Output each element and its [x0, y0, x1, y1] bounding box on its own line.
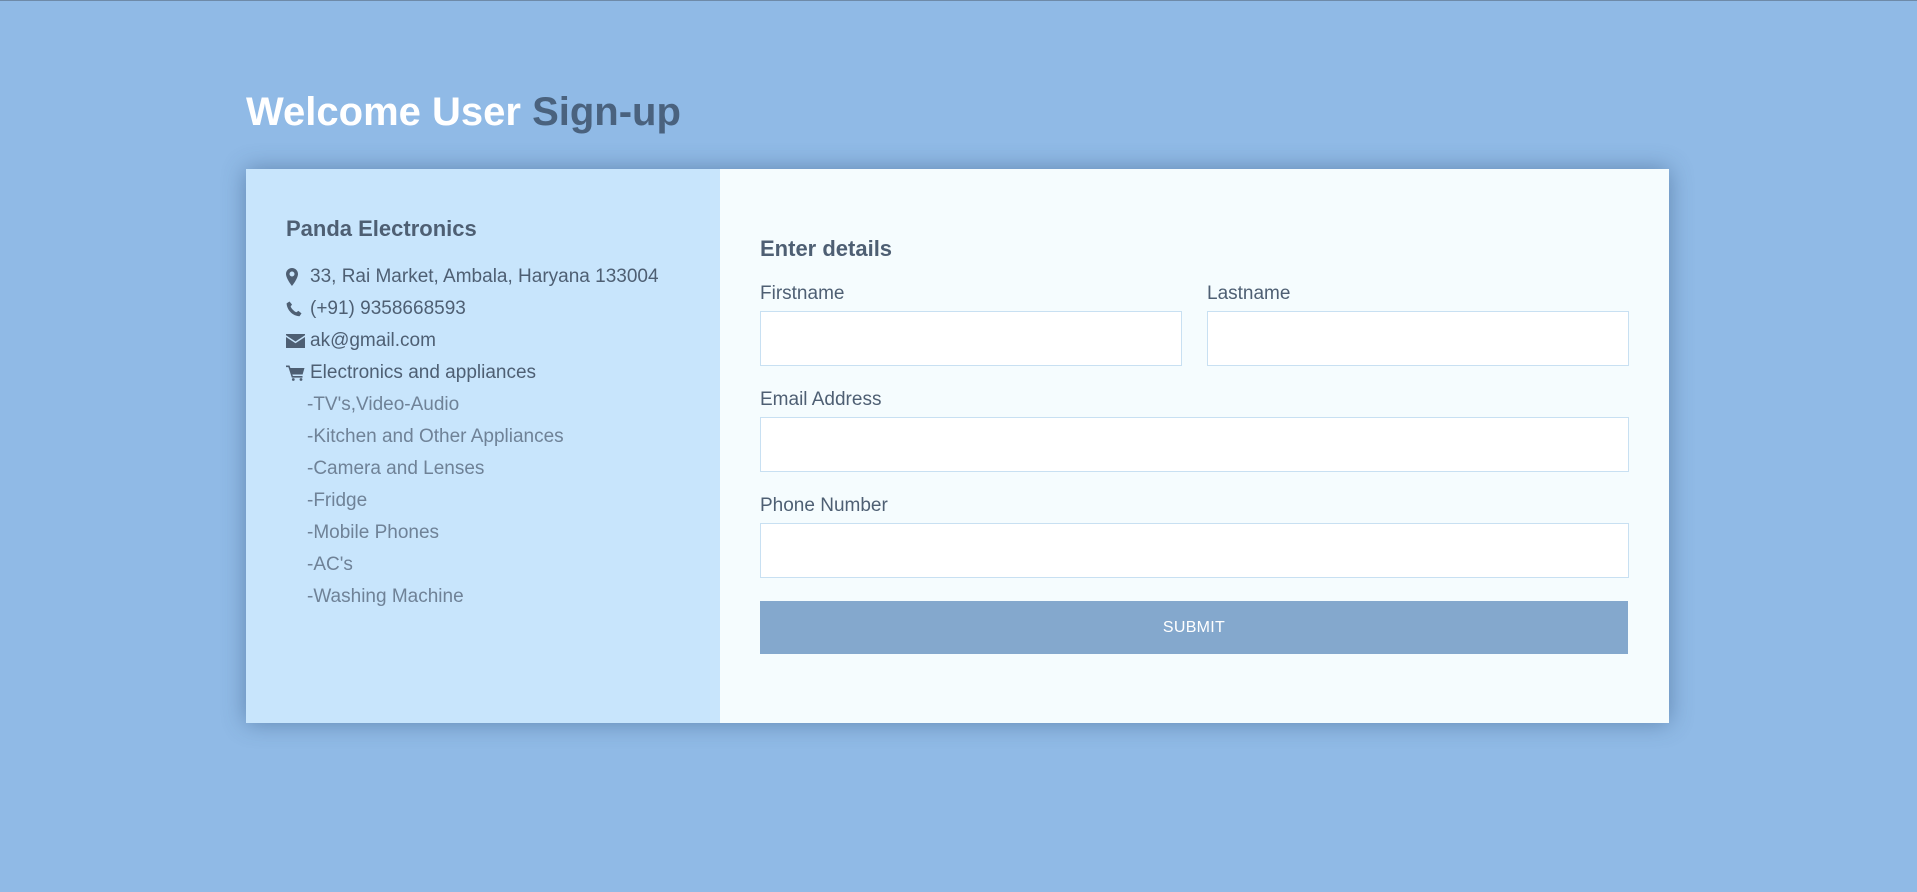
submit-button[interactable]: SUBMIT [760, 601, 1628, 654]
email-field-group: Email Address [760, 389, 1629, 472]
signup-text: Sign-up [532, 90, 681, 134]
category-line: Electronics and appliances [286, 357, 680, 389]
firstname-field-group: Firstname [760, 283, 1182, 366]
phone-icon [286, 299, 306, 319]
phone-input[interactable] [760, 523, 1629, 578]
firstname-input[interactable] [760, 311, 1182, 366]
category-heading: Electronics and appliances [310, 362, 537, 383]
top-border [0, 0, 1917, 1]
lastname-label: Lastname [1207, 283, 1291, 304]
category-item: -AC's [307, 554, 353, 575]
welcome-text: Welcome User [246, 90, 521, 134]
address-text: 33, Rai Market, Ambala, Haryana 133004 [310, 266, 659, 287]
company-info-panel: Panda Electronics 33, Rai Market, Ambala… [246, 169, 720, 723]
envelope-icon [286, 331, 306, 351]
signup-card: Panda Electronics 33, Rai Market, Ambala… [246, 169, 1669, 723]
category-item: -Kitchen and Other Appliances [307, 426, 564, 447]
firstname-label: Firstname [760, 283, 845, 304]
category-item: -TV's,Video-Audio [307, 394, 460, 415]
phone-field-group: Phone Number [760, 495, 1629, 578]
email-input[interactable] [760, 417, 1629, 472]
category-item: -Fridge [307, 490, 368, 511]
lastname-input[interactable] [1207, 311, 1629, 366]
phone-line: (+91) 9358668593 [286, 293, 680, 325]
phone-row: Phone Number [760, 495, 1629, 578]
name-row: Firstname Lastname [760, 283, 1629, 366]
shopping-cart-icon [286, 363, 306, 383]
email-text: ak@gmail.com [310, 330, 436, 351]
email-line: ak@gmail.com [286, 325, 680, 357]
category-item: -Camera and Lenses [307, 458, 485, 479]
page-title: Welcome User Sign-up [246, 86, 681, 138]
signup-form-panel: Enter details Firstname Lastname Email A… [720, 169, 1669, 723]
map-marker-icon [286, 267, 306, 287]
category-list: -TV's,Video-Audio -Kitchen and Other App… [286, 389, 680, 613]
company-name: Panda Electronics [286, 216, 477, 241]
email-row: Email Address [760, 389, 1629, 472]
email-label: Email Address [760, 389, 882, 410]
phone-text: (+91) 9358668593 [310, 298, 466, 319]
form-title: Enter details [760, 236, 893, 261]
category-item: -Mobile Phones [307, 522, 440, 543]
phone-label: Phone Number [760, 495, 888, 516]
lastname-field-group: Lastname [1207, 283, 1629, 366]
address-line: 33, Rai Market, Ambala, Haryana 133004 [286, 261, 680, 293]
category-item: -Washing Machine [307, 586, 464, 607]
